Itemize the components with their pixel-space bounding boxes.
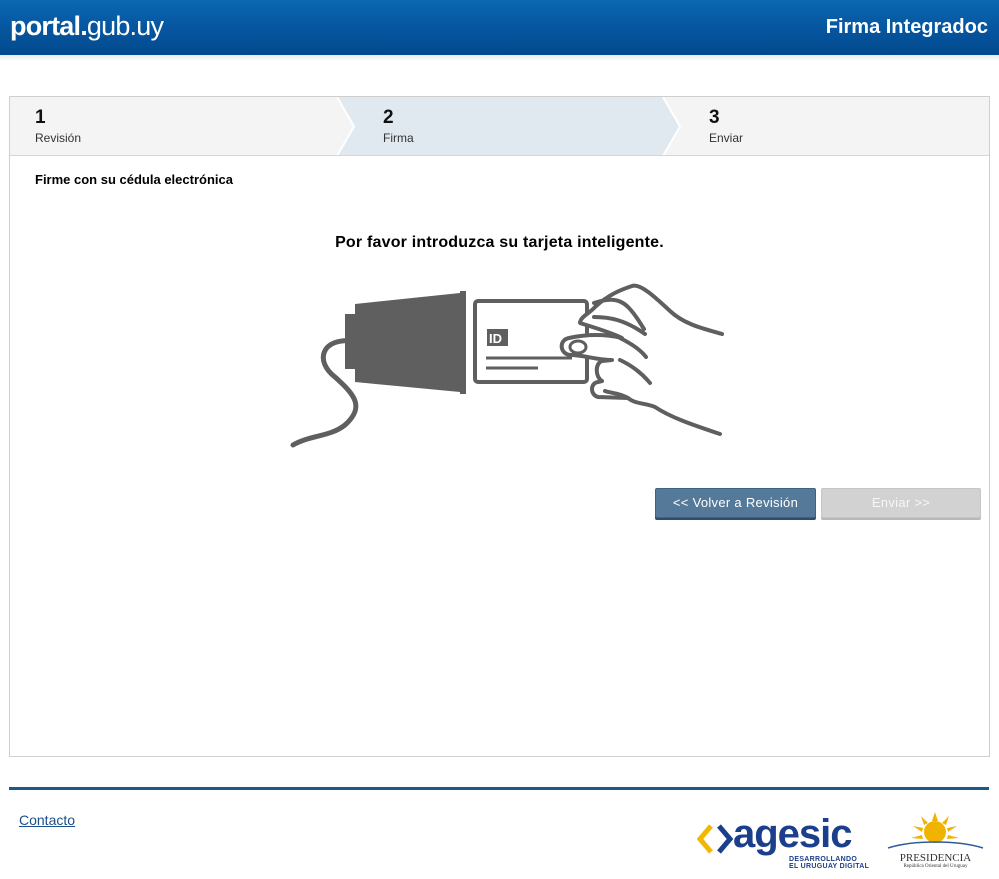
agesic-wordmark: agesic <box>733 812 853 856</box>
step-label: Enviar <box>709 131 744 145</box>
step-label: Firma <box>383 131 414 145</box>
step-label: Revisión <box>35 131 82 145</box>
step-firma: 2 Firma <box>337 97 663 155</box>
portal-logo[interactable]: portal.gub.uy <box>10 11 164 42</box>
agesic-tagline-2: EL URUGUAY DIGITAL <box>789 863 870 870</box>
step-enviar: 3 Enviar <box>663 97 989 155</box>
card-reader-icon <box>290 291 466 448</box>
signing-instruction: Firme con su cédula electrónica <box>35 172 233 187</box>
agesic-tagline-1: DESARROLLANDO <box>789 856 858 863</box>
step-number: 3 <box>709 107 720 128</box>
back-to-review-button[interactable]: << Volver a Revisión <box>655 488 816 518</box>
send-button[interactable]: Enviar >> <box>821 488 981 518</box>
footer-divider <box>9 787 989 790</box>
presidencia-logo[interactable]: PRESIDENCIA República Oriental del Urugu… <box>883 810 988 876</box>
logo-bold-text: portal. <box>10 11 88 41</box>
contact-link[interactable]: Contacto <box>19 812 75 828</box>
signing-panel: 1 Revisión 2 Firma 3 Enviar Firme con su… <box>9 96 990 757</box>
sun-icon <box>887 812 984 849</box>
agesic-brackets-icon <box>697 824 733 854</box>
header-shadow <box>0 55 999 61</box>
logo-light-text: gub.uy <box>86 11 164 41</box>
step-wizard: 1 Revisión 2 Firma 3 Enviar <box>10 97 989 156</box>
header-bar: portal.gub.uy Firma Integradoc <box>0 0 999 55</box>
step-number: 1 <box>35 107 46 128</box>
agesic-logo[interactable]: agesic DESARROLLANDO EL URUGUAY DIGITAL <box>697 812 870 872</box>
card-chip-text: ID <box>489 331 502 346</box>
app-title: Firma Integradoc <box>825 16 988 38</box>
presidencia-subtitle: República Oriental del Uruguay <box>903 864 968 869</box>
insert-card-prompt: Por favor introduzca su tarjeta intelige… <box>335 234 664 251</box>
step-revision: 1 Revisión <box>10 97 337 155</box>
presidencia-title: PRESIDENCIA <box>899 852 972 864</box>
smart-card-reader-illustration: ID <box>290 283 724 448</box>
step-number: 2 <box>383 107 394 128</box>
